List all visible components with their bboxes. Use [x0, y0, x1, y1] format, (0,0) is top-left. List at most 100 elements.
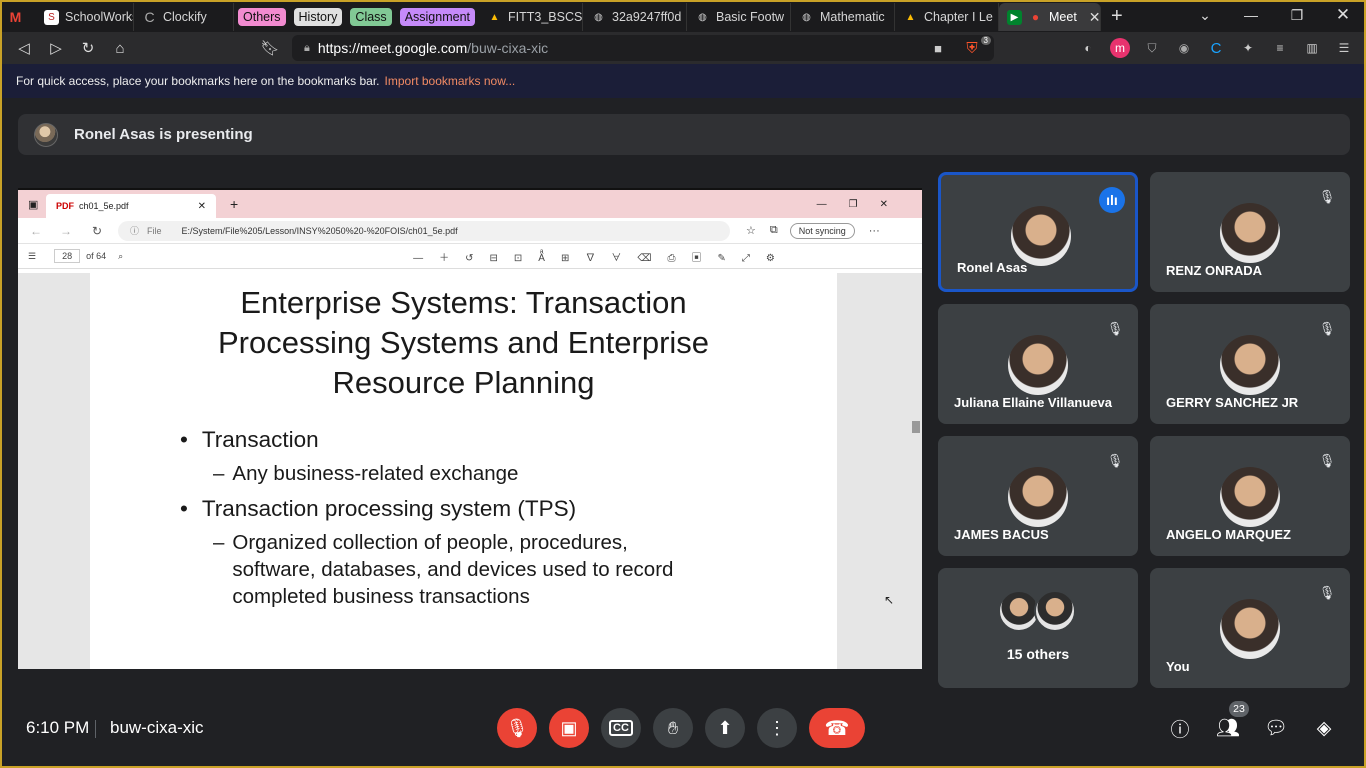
others-tile[interactable]: 15 others [938, 568, 1138, 688]
bookmarks-hint: For quick access, place your bookmarks h… [16, 74, 380, 88]
tab-gmail[interactable]: M [0, 3, 36, 31]
back-button[interactable]: ◁ [8, 32, 40, 64]
tab-meet[interactable]: ▶ ● Meet ✕ [999, 3, 1101, 31]
extension-icon-2[interactable]: m [1110, 38, 1130, 58]
restore-button[interactable]: ❐ [1274, 0, 1320, 30]
participant-tile[interactable]: ılı Ronel Asas [938, 172, 1138, 292]
tab-group-others[interactable]: Others [234, 3, 290, 31]
pdf-file-icon: PDF [56, 201, 74, 211]
captions-button[interactable]: CC [601, 708, 641, 748]
tab-chapter-1[interactable]: ▲ Chapter I Le [895, 3, 999, 31]
participant-tile[interactable]: 🎙︎ ANGELO MARQUEZ [1150, 436, 1350, 556]
meeting-details-button[interactable]: ⓘ [1168, 716, 1192, 741]
presenter-banner: Ronel Asas is presenting [18, 114, 1350, 155]
slide-title: Enterprise Systems: Transaction Processi… [217, 285, 710, 400]
people-button[interactable]: 👥︎ [1216, 716, 1240, 740]
close-icon[interactable]: ✕ [1089, 9, 1100, 26]
more-vert-icon: ⋮ [768, 717, 786, 738]
close-window-button[interactable]: ✕ [1320, 0, 1366, 30]
self-tile[interactable]: 🎙︎ You [1150, 568, 1350, 688]
tab-group-history[interactable]: History [290, 3, 347, 31]
drive-icon: ▲ [905, 11, 916, 23]
import-bookmarks-link[interactable]: Import bookmarks now... [385, 74, 516, 88]
sync-status: Not syncing [789, 222, 855, 239]
avatar [1220, 203, 1280, 263]
info-icon: ⓘ [130, 226, 140, 236]
extension-icon-3[interactable]: ◉ [1174, 38, 1194, 58]
pdf-tab: PDF ch01_5e.pdf ✕ [46, 194, 216, 218]
tab-mathematics[interactable]: ◍ Mathematic [791, 3, 895, 31]
tab-group-assignment[interactable]: Assignment [396, 3, 479, 31]
tab-group-class[interactable]: Class [346, 3, 395, 31]
new-tab-button[interactable]: + [1101, 5, 1133, 28]
presenter-text: Ronel Asas is presenting [74, 126, 253, 143]
slide-bullets: • Transaction – Any business-related exc… [180, 427, 713, 619]
reload-button[interactable]: ↻ [72, 32, 104, 64]
brave-shield-icon[interactable]: ⛨ [962, 38, 982, 58]
extension-icon-1[interactable]: ◐ [1078, 38, 1098, 58]
raise-hand-button[interactable]: ✋︎ [653, 708, 693, 748]
url-host: https://meet.google.com [317, 40, 468, 56]
participant-tile[interactable]: 🎙︎ Juliana Ellaine Villanueva [938, 304, 1138, 424]
collections-icon: ⧉ [769, 224, 778, 236]
camera-icon[interactable]: ■ [934, 41, 942, 56]
tab-search-button[interactable]: ⌄ [1182, 0, 1228, 30]
media-icon[interactable]: ≡ [1270, 38, 1290, 58]
back-icon: ← [30, 224, 42, 238]
others-avatars [998, 590, 1082, 634]
page-current: 28 [62, 251, 73, 261]
pdf-url-field: ⓘ File E:/System/File%205/Lesson/INSY%20… [118, 220, 730, 241]
pdf-slide: Enterprise Systems: Transaction Processi… [90, 273, 837, 669]
participant-tile[interactable]: 🎙︎ JAMES BACUS [938, 436, 1138, 556]
camera-toggle-button[interactable]: ▣ [549, 708, 589, 748]
sub-bullet: – Organized collection of people, proced… [213, 529, 713, 610]
hand-icon: ✋︎ [667, 717, 679, 738]
chat-button[interactable]: 💬︎ [1264, 716, 1288, 740]
minimize-button[interactable]: — [1228, 0, 1274, 30]
school-icon: S [44, 9, 59, 25]
meet-icon: ▶ [1007, 9, 1022, 25]
tab-label: Basic Footw [716, 10, 785, 24]
others-count: 15 others [1006, 646, 1070, 662]
participant-tile[interactable]: 🎙︎ GERRY SANCHEZ JR [1150, 304, 1350, 424]
extension-shield-icon[interactable]: ⛉ [1142, 38, 1162, 58]
more-options-button[interactable]: ⋮ [757, 708, 797, 748]
globe-icon: ◍ [594, 11, 603, 23]
extension-icon-4[interactable]: C [1206, 38, 1226, 58]
bookmark-icon[interactable]: 🔖︎ [254, 32, 286, 64]
activities-button[interactable]: ◈ [1312, 716, 1336, 740]
avatar [1220, 467, 1280, 527]
speaking-indicator-icon: ılı [1099, 187, 1125, 213]
tab-clockify[interactable]: C Clockify [134, 3, 234, 31]
sync-label: Not syncing [798, 225, 846, 236]
present-button[interactable]: ⬆︎ [705, 708, 745, 748]
bullet-text: Transaction [201, 427, 319, 452]
people-icon: 👥︎ [1215, 718, 1241, 739]
avatar [1011, 206, 1071, 266]
leave-call-button[interactable]: ☎︎ [809, 708, 865, 748]
sub-bullet-text: Any business-related exchange [232, 462, 519, 485]
tab-32a9247[interactable]: ◍ 32a9247ff0d [583, 3, 687, 31]
tab-schoolworks[interactable]: S SchoolWorks [36, 3, 134, 31]
clockify-icon: C [144, 9, 155, 25]
tab-basic-footwork[interactable]: ◍ Basic Footw [687, 3, 791, 31]
tab-fitt3[interactable]: ▲ FITT3_BSCS2 [479, 3, 583, 31]
more-icon: ··· [868, 224, 880, 237]
mic-toggle-button[interactable]: 🎙︎ [497, 708, 537, 748]
address-bar[interactable]: 🔒︎ https://meet.google.com /buw-cixa-xic… [292, 35, 994, 61]
participant-tile[interactable]: 🎙︎ RENZ ONRADA [1150, 172, 1350, 292]
favorites-icon: ☆ [746, 225, 756, 237]
meeting-time: 6:10 PM [26, 718, 90, 737]
tab-actions-icon: ▣ [28, 199, 39, 211]
participant-name: GERRY SANCHEZ JR [1166, 395, 1299, 410]
sidebar-icon[interactable]: ▥ [1302, 38, 1322, 58]
dash: – [213, 462, 225, 485]
group-chip: Assignment [399, 8, 475, 26]
forward-button[interactable]: ▷ [40, 32, 72, 64]
participant-name: ANGELO MARQUEZ [1166, 527, 1291, 542]
avatar [1220, 599, 1280, 659]
home-button[interactable]: ⌂ [104, 32, 136, 64]
puzzle-icon[interactable]: ✦ [1238, 38, 1258, 58]
menu-icon[interactable]: ☰ [1334, 38, 1354, 58]
mic-off-icon: 🎙︎ [1318, 189, 1336, 204]
